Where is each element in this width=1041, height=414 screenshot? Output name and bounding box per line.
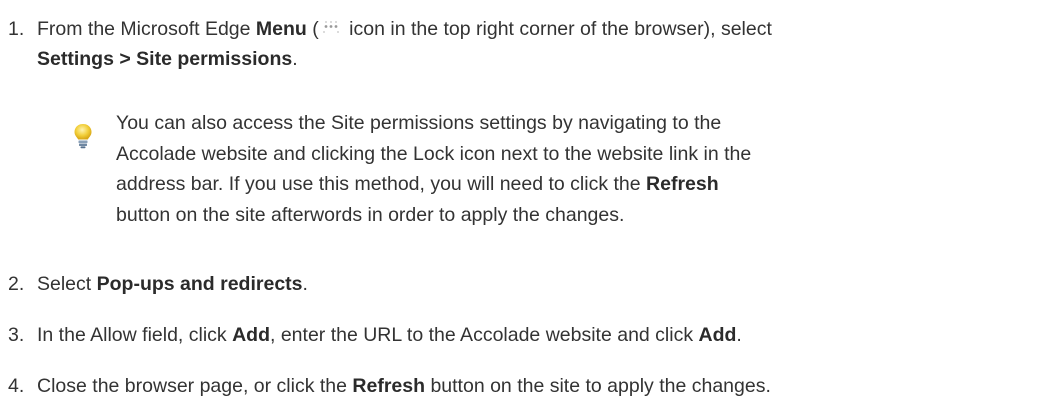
step-text-part: icon in the top right corner of the brow… <box>343 18 772 40</box>
refresh-label: Refresh <box>646 173 719 195</box>
add-label: Add <box>232 324 270 346</box>
step-text-part: button on the site to apply the changes. <box>425 375 771 397</box>
step-text-part: , enter the URL to the Accolade website … <box>270 324 699 346</box>
add-label: Add <box>698 324 737 346</box>
refresh-label: Refresh <box>352 375 426 397</box>
step-text-part: . <box>302 273 308 295</box>
popups-label: Pop-ups and redirects <box>96 273 303 295</box>
step-text-part: . <box>736 324 742 346</box>
step-text-part: Close the browser page, or click the <box>37 375 353 397</box>
step-text: From the Microsoft Edge Menu ( icon in t… <box>37 14 1035 74</box>
step-text-part: . <box>292 48 298 70</box>
step-1: 1. From the Microsoft Edge Menu ( icon i… <box>8 14 1035 74</box>
instruction-document: 1. From the Microsoft Edge Menu ( icon i… <box>0 0 1041 414</box>
menu-label: Menu <box>255 18 307 40</box>
tip-text: You can also access the Site permissions… <box>116 108 756 230</box>
step-number: 3. <box>8 324 25 346</box>
step-text: Select Pop-ups and redirects. <box>37 269 1035 299</box>
step-number: 1. <box>8 18 25 40</box>
lightbulb-icon <box>70 122 96 150</box>
step-text-part: ( <box>306 18 319 40</box>
step-text: In the Allow field, click Add, enter the… <box>37 320 1035 350</box>
ellipsis-menu-icon <box>320 15 342 33</box>
step-number: 2. <box>8 273 25 295</box>
step-text-part: From the Microsoft Edge <box>37 18 256 40</box>
step-4: 4. Close the browser page, or click the … <box>8 371 1035 401</box>
step-3: 3. In the Allow field, click Add, enter … <box>8 320 1035 350</box>
step-2: 2. Select Pop-ups and redirects. <box>8 269 1035 299</box>
step-text-part: In the Allow field, click <box>37 324 233 346</box>
step-text: Close the browser page, or click the Ref… <box>37 371 1035 401</box>
step-text-part: Select <box>37 273 97 295</box>
settings-path: Settings > Site permissions <box>37 48 293 70</box>
step-number: 4. <box>8 375 25 397</box>
tip-text-part: button on the site afterwords in order t… <box>116 203 625 226</box>
